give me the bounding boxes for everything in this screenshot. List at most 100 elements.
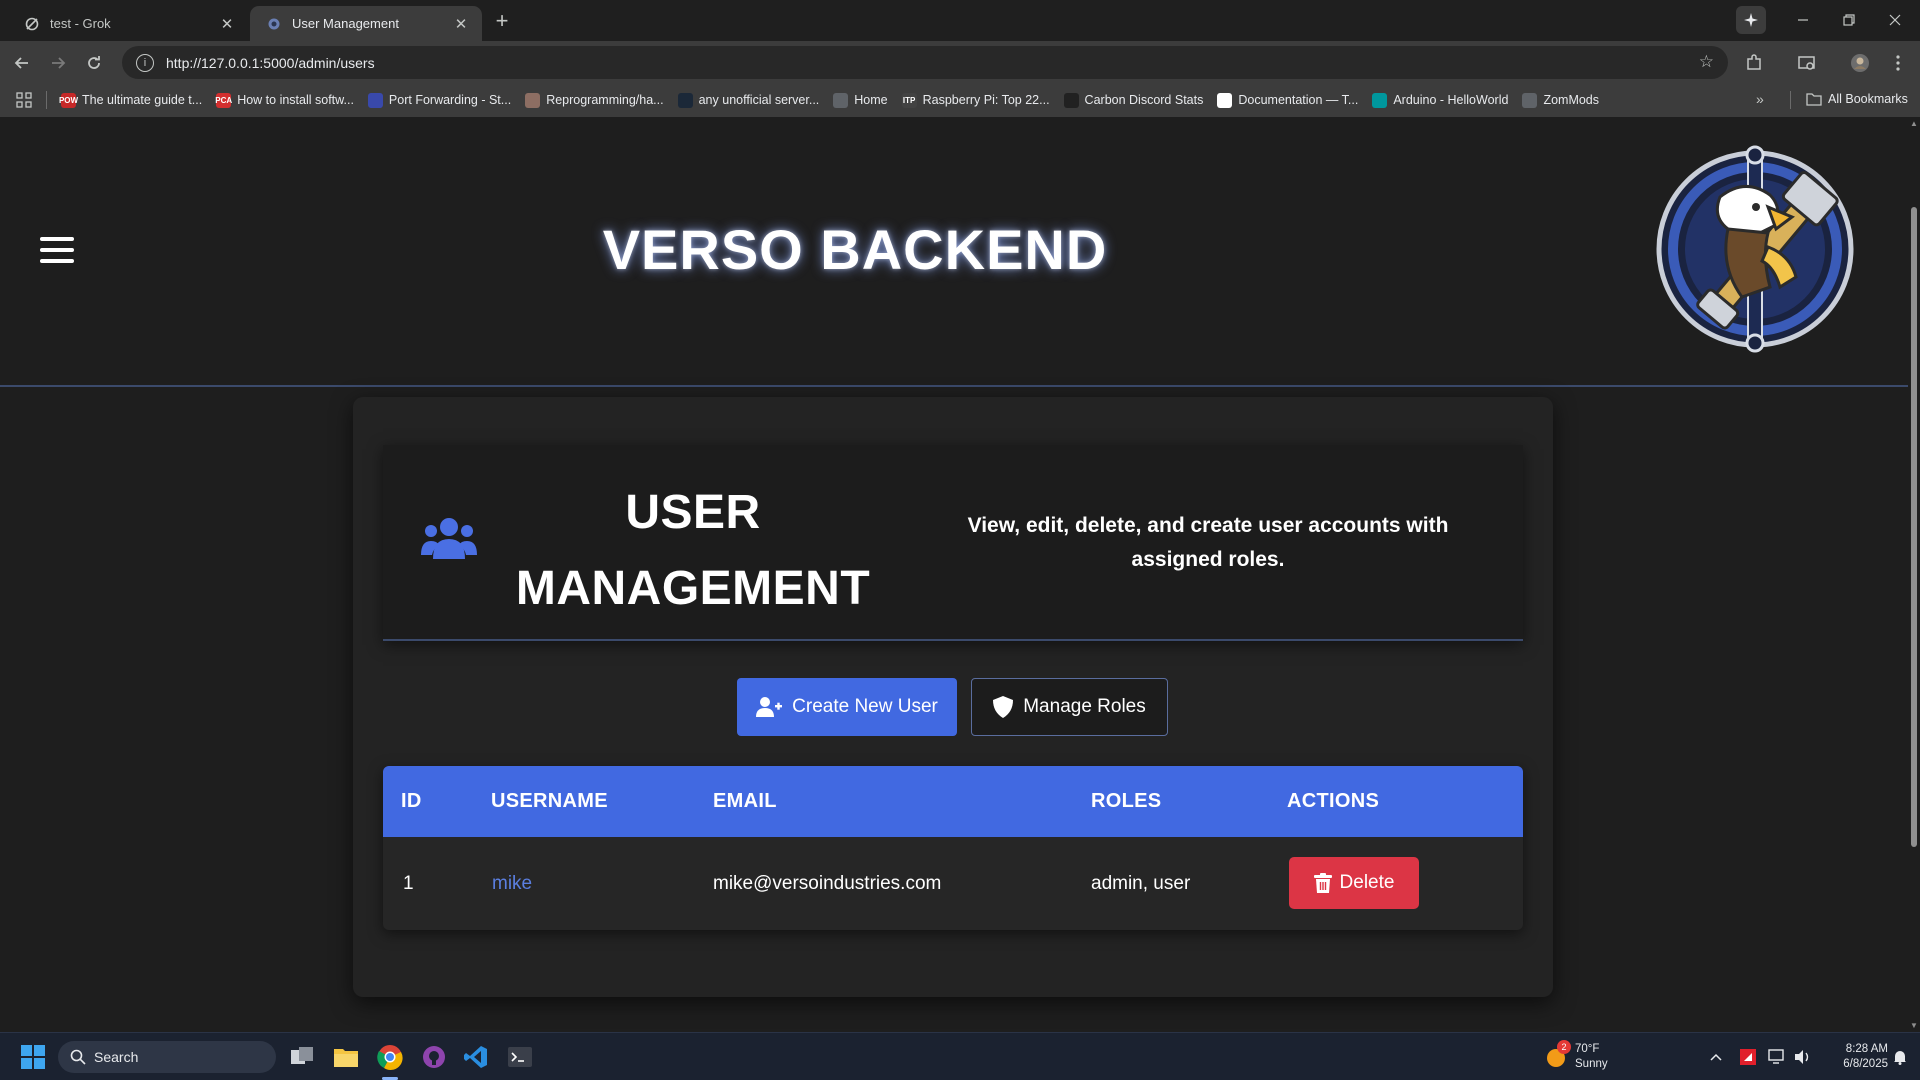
page-scrollbar[interactable]: ▲ ▼ bbox=[1908, 117, 1920, 1032]
bookmark-item[interactable]: Arduino - HelloWorld bbox=[1372, 92, 1508, 108]
site-title: VERSO BACKEND bbox=[602, 218, 1108, 281]
bookmark-favicon-icon bbox=[1063, 92, 1079, 108]
close-icon[interactable]: ✕ bbox=[452, 15, 470, 33]
bookmark-list: POW The ultimate guide t... PCA How to inst… bbox=[59, 92, 1613, 108]
username-link[interactable]: mike bbox=[492, 873, 532, 895]
minimize-icon bbox=[1798, 19, 1808, 21]
bookmark-favicon-icon: POW bbox=[59, 92, 78, 108]
content-card: USER MANAGEMENT View, edit, delete, and … bbox=[353, 397, 1553, 997]
column-header-username: USERNAME bbox=[491, 790, 608, 812]
bookmark-item[interactable]: any unofficial server... bbox=[677, 92, 819, 108]
shield-icon bbox=[993, 696, 1014, 718]
tab-user-management[interactable]: User Management ✕ bbox=[250, 6, 482, 41]
scroll-down-icon[interactable]: ▼ bbox=[1910, 1021, 1918, 1030]
tab-label: test - Grok bbox=[50, 16, 111, 31]
folder-icon bbox=[1806, 93, 1822, 106]
back-button[interactable] bbox=[8, 49, 36, 77]
vscode-button[interactable] bbox=[460, 1041, 492, 1073]
manage-roles-button[interactable]: Manage Roles bbox=[971, 678, 1168, 736]
weather-badge: 2 bbox=[1557, 1040, 1571, 1054]
tab-grok[interactable]: test - Grok ✕ bbox=[8, 6, 248, 41]
site-favicon-icon bbox=[266, 16, 282, 32]
bookmark-item[interactable]: PCA How to install softw... bbox=[215, 92, 354, 108]
notifications-icon[interactable] bbox=[1890, 1041, 1910, 1073]
apps-grid-icon bbox=[16, 92, 32, 108]
kebab-menu-icon bbox=[1896, 55, 1900, 71]
bookmark-label: ZomMods bbox=[1543, 93, 1600, 107]
delete-button[interactable]: Delete bbox=[1289, 857, 1419, 909]
bookmark-label: The ultimate guide t... bbox=[82, 93, 203, 107]
amd-software-icon[interactable] bbox=[1738, 1041, 1758, 1073]
bookmark-item[interactable]: ITP Raspberry Pi: Top 22... bbox=[901, 92, 1050, 108]
bookmark-favicon-icon bbox=[1372, 92, 1388, 108]
manage-roles-label: Manage Roles bbox=[1023, 696, 1146, 717]
management-title: USER MANAGEMENT bbox=[515, 486, 871, 615]
apps-button[interactable] bbox=[16, 92, 32, 108]
tab-search-button[interactable] bbox=[1793, 49, 1821, 77]
bookmark-favicon-icon bbox=[367, 92, 383, 108]
new-tab-button[interactable]: + bbox=[490, 8, 514, 33]
column-header-actions: ACTIONS bbox=[1287, 790, 1380, 812]
github-desktop-button[interactable] bbox=[418, 1041, 450, 1073]
weather-temp: 70°F bbox=[1575, 1043, 1600, 1055]
file-explorer-button[interactable] bbox=[330, 1041, 362, 1073]
clock-date: 6/8/2025 bbox=[1843, 1058, 1888, 1070]
column-header-email: EMAIL bbox=[713, 790, 777, 812]
bookmark-label: How to install softw... bbox=[237, 93, 354, 107]
start-button[interactable] bbox=[18, 1041, 48, 1073]
avatar-icon bbox=[1851, 54, 1869, 72]
user-plus-icon bbox=[756, 697, 783, 717]
reload-icon bbox=[88, 56, 100, 69]
bookmark-item[interactable]: Carbon Discord Stats bbox=[1063, 92, 1203, 108]
bookmark-star-icon[interactable]: ☆ bbox=[1699, 52, 1714, 72]
bookmark-label: Documentation — T... bbox=[1238, 93, 1359, 107]
terminal-button[interactable] bbox=[504, 1041, 536, 1073]
taskbar-search[interactable]: Search bbox=[58, 1041, 276, 1073]
volume-icon[interactable] bbox=[1792, 1041, 1814, 1073]
bookmark-item[interactable]: Documentation — T... bbox=[1217, 92, 1359, 108]
bookmark-item[interactable]: Port Forwarding - St... bbox=[367, 92, 511, 108]
show-hidden-icons-chevron-icon[interactable] bbox=[1706, 1041, 1726, 1073]
trash-icon bbox=[1313, 873, 1332, 893]
weather-widget[interactable]: 2 70°F Sunny bbox=[1545, 1040, 1655, 1073]
gemini-button[interactable] bbox=[1736, 6, 1766, 34]
management-header: USER MANAGEMENT View, edit, delete, and … bbox=[383, 445, 1523, 641]
system-clock[interactable]: 8:28 AM 6/8/2025 bbox=[1818, 1041, 1888, 1073]
column-header-id: ID bbox=[401, 790, 422, 812]
table-header: ID USERNAME EMAIL ROLES ACTIONS bbox=[383, 766, 1523, 837]
bookmark-separator bbox=[1790, 91, 1791, 109]
bookmark-label: Reprogramming/ha... bbox=[546, 93, 664, 107]
sparkle-icon bbox=[1744, 13, 1758, 27]
minimize-button[interactable] bbox=[1780, 6, 1826, 34]
site-header: VERSO BACKEND bbox=[0, 117, 1908, 387]
bookmark-item[interactable]: Home bbox=[833, 92, 888, 108]
close-window-button[interactable] bbox=[1872, 6, 1918, 34]
users-table: ID USERNAME EMAIL ROLES ACTIONS 1 mike m… bbox=[383, 766, 1523, 930]
create-new-user-button[interactable]: Create New User bbox=[737, 678, 957, 736]
forward-button[interactable] bbox=[44, 49, 72, 77]
bookmark-favicon-icon: ITP bbox=[901, 92, 917, 108]
hamburger-menu-icon[interactable] bbox=[40, 237, 74, 263]
more-bookmarks-chevron-icon[interactable]: » bbox=[1756, 91, 1764, 107]
bookmark-item[interactable]: ZomMods bbox=[1522, 92, 1600, 108]
profile-avatar[interactable] bbox=[1846, 49, 1874, 77]
bookmark-item[interactable]: POW The ultimate guide t... bbox=[59, 92, 203, 108]
all-bookmarks-button[interactable]: All Bookmarks bbox=[1806, 92, 1908, 106]
network-icon[interactable] bbox=[1766, 1041, 1788, 1073]
close-icon[interactable]: ✕ bbox=[218, 15, 236, 33]
site-info-icon[interactable]: i bbox=[136, 53, 154, 72]
all-bookmarks-label: All Bookmarks bbox=[1828, 92, 1908, 106]
menu-button[interactable] bbox=[1884, 49, 1912, 77]
address-bar[interactable]: i http://127.0.0.1:5000/admin/users ☆ bbox=[122, 46, 1728, 79]
restore-button[interactable] bbox=[1826, 6, 1872, 34]
bookmarks-bar: POW The ultimate guide t... PCA How to inst… bbox=[0, 83, 1920, 117]
folder-icon bbox=[334, 1049, 358, 1067]
scroll-up-icon[interactable]: ▲ bbox=[1910, 119, 1918, 128]
task-view-button[interactable] bbox=[286, 1041, 318, 1073]
extensions-button[interactable] bbox=[1740, 49, 1768, 77]
bookmark-item[interactable]: Reprogramming/ha... bbox=[525, 92, 664, 108]
address-toolbar: i http://127.0.0.1:5000/admin/users ☆ bbox=[0, 41, 1920, 83]
scrollbar-thumb[interactable] bbox=[1911, 207, 1917, 847]
reload-button[interactable] bbox=[80, 49, 108, 77]
chrome-button[interactable] bbox=[374, 1041, 406, 1073]
